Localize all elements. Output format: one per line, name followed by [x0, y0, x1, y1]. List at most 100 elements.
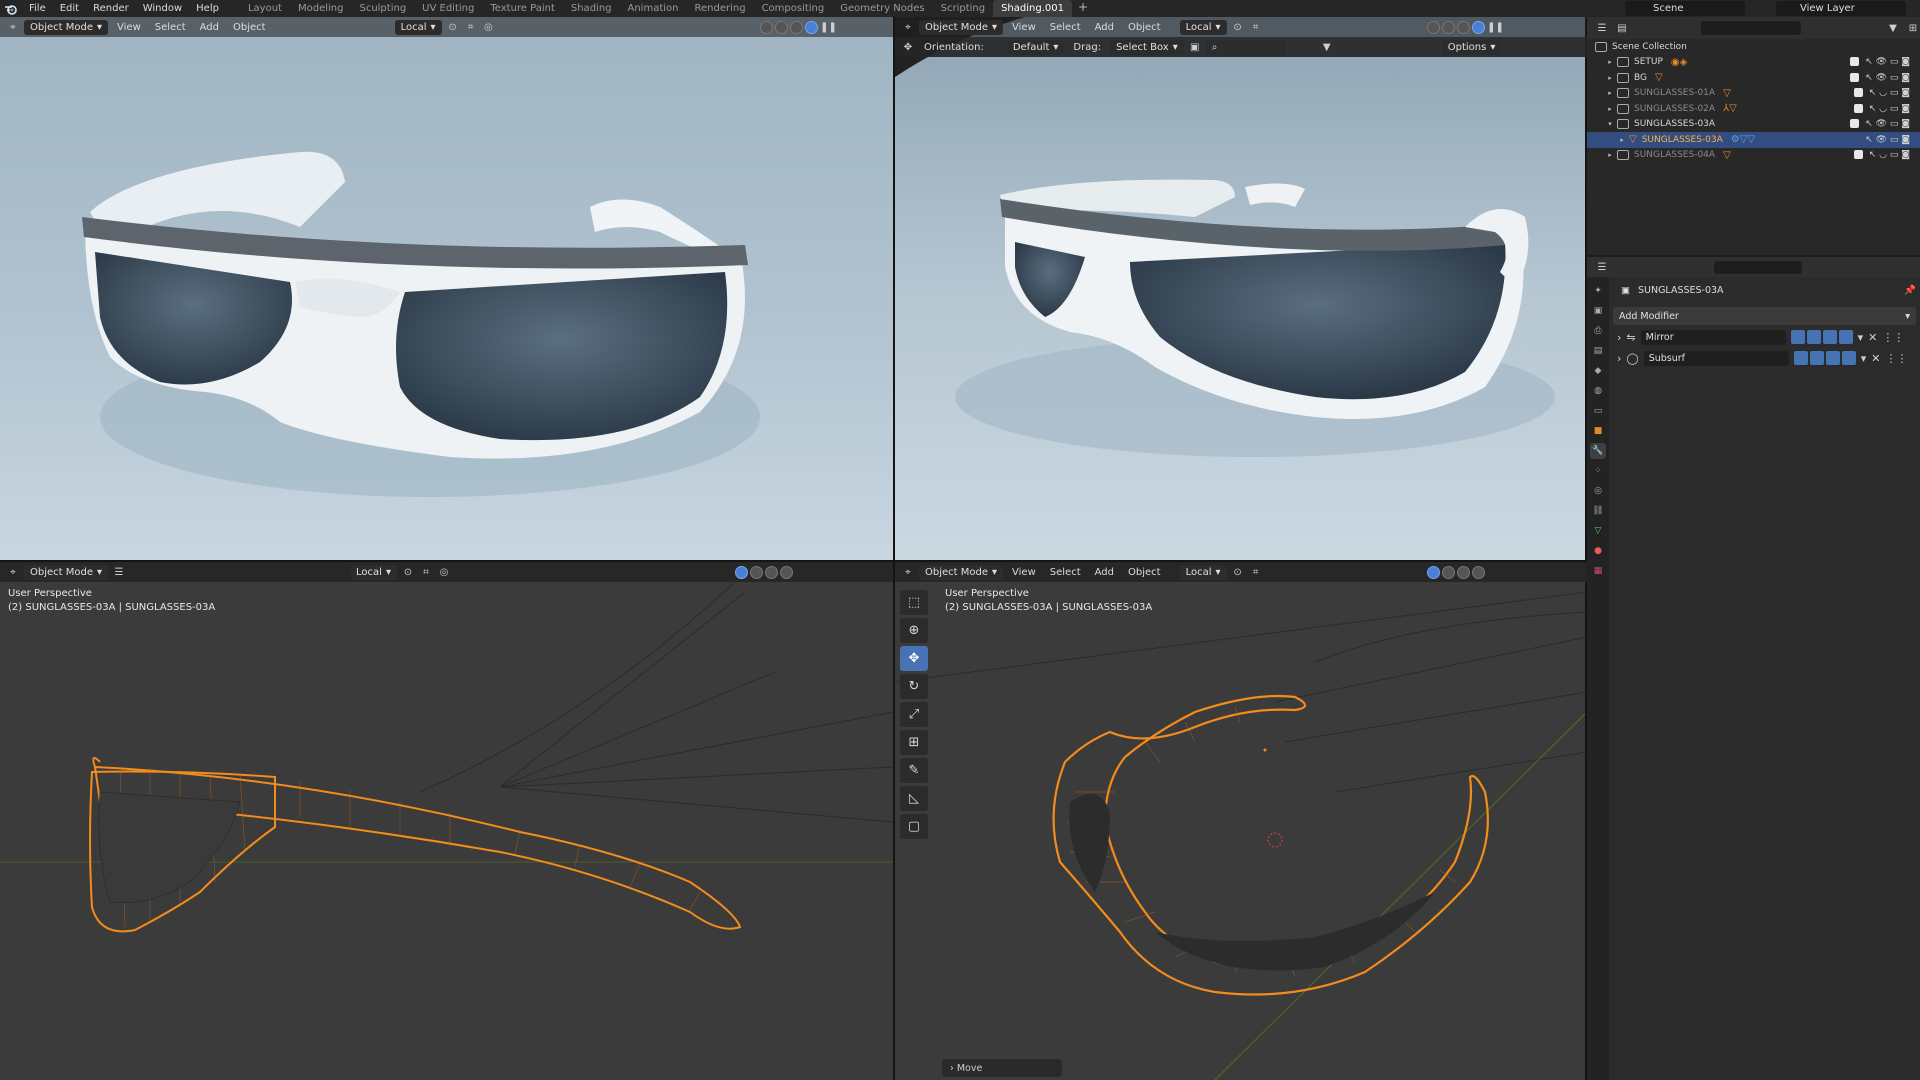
scene-collection-row[interactable]: Scene Collection [1587, 39, 1920, 55]
annotate-tool-icon[interactable]: ✎ [900, 758, 928, 783]
material-shading-icon[interactable] [764, 565, 778, 579]
edit-mode-toggle-icon[interactable] [1793, 351, 1808, 365]
physics-tab-icon[interactable]: ◎ [1590, 483, 1606, 499]
cage-toggle-icon[interactable] [1806, 330, 1821, 344]
filter-icon[interactable]: ▼ [1320, 40, 1334, 54]
menu-select[interactable]: Select [150, 22, 191, 33]
options-dropdown[interactable]: Options ▾ [1441, 39, 1502, 55]
chevron-down-icon[interactable]: ▾ [1858, 331, 1864, 344]
viewport-toggle-icon[interactable] [1825, 351, 1840, 365]
transform-orientation-dropdown[interactable]: Local ▾ [350, 564, 397, 580]
data-tab-icon[interactable]: ▽ [1590, 523, 1606, 539]
material-shading-icon[interactable] [789, 20, 803, 34]
snap-icon[interactable]: ⌗ [1249, 565, 1263, 579]
scene-selector[interactable]: Scene [1625, 1, 1745, 16]
editor-type-icon[interactable]: ☰ [1595, 21, 1609, 35]
drag-dropdown[interactable]: Select Box ▾ [1110, 39, 1184, 55]
scene-tab-icon[interactable]: ◆ [1590, 363, 1606, 379]
particles-tab-icon[interactable]: ⁘ [1590, 463, 1606, 479]
transform-tool-icon[interactable]: ⊞ [900, 730, 928, 755]
modifier-mirror[interactable]: › ⇋ Mirror ▾ ✕ ⋮⋮ [1613, 328, 1916, 346]
wireframe-shading-icon[interactable] [759, 20, 773, 34]
move-tool-icon[interactable]: ✥ [900, 646, 928, 671]
menu-object[interactable]: Object [228, 22, 271, 33]
menu-view[interactable]: View [112, 22, 146, 33]
tab-layout[interactable]: Layout [240, 0, 290, 17]
material-shading-icon[interactable] [1456, 20, 1470, 34]
cage-toggle-icon[interactable] [1809, 351, 1824, 365]
tab-scripting[interactable]: Scripting [933, 0, 993, 17]
tab-shading-001[interactable]: Shading.001 [993, 0, 1072, 17]
menu-file[interactable]: File [22, 0, 53, 17]
editor-type-icon[interactable]: ⌖ [6, 20, 20, 34]
rendered-shading-icon[interactable] [1471, 565, 1485, 579]
texture-tab-icon[interactable]: ▦ [1590, 563, 1606, 579]
pivot-icon[interactable]: ⊙ [446, 20, 460, 34]
proportional-edit-icon[interactable]: ◎ [437, 565, 451, 579]
add-modifier-button[interactable]: Add Modifier ▾ [1613, 307, 1916, 325]
view-layer-selector[interactable]: View Layer [1776, 1, 1906, 16]
pivot-icon[interactable]: ⊙ [1231, 20, 1245, 34]
menu-select[interactable]: Select [1045, 22, 1086, 33]
outliner-item-sunglasses-02a[interactable]: ▸ SUNGLASSES-02A ⅄▽ ↖ ◡ ▭ ◙ [1587, 101, 1920, 117]
solid-shading-icon[interactable] [749, 565, 763, 579]
menu-help[interactable]: Help [189, 0, 226, 17]
menu-edit[interactable]: Edit [53, 0, 86, 17]
tab-compositing[interactable]: Compositing [754, 0, 833, 17]
menu-render[interactable]: Render [86, 0, 136, 17]
edit-mode-toggle-icon[interactable] [1790, 330, 1805, 344]
modifier-name-field[interactable]: Mirror [1640, 329, 1786, 345]
menu-window[interactable]: Window [136, 0, 189, 17]
close-icon[interactable]: ✕ [1868, 331, 1877, 344]
solid-shading-icon[interactable] [774, 20, 788, 34]
scale-tool-icon[interactable]: ⤢ [900, 702, 928, 727]
pause-render-icon[interactable]: ❚❚ [820, 20, 837, 34]
outliner-item-sunglasses-03a[interactable]: ▾ SUNGLASSES-03A ↖ 👁 ▭ ◙ [1587, 117, 1920, 133]
visibility-toggles[interactable]: ↖ 👁 ▭ ◙ [1850, 119, 1910, 129]
hamburger-menu-icon[interactable]: ☰ [112, 565, 126, 579]
modifier-name-field[interactable]: Subsurf [1643, 350, 1789, 366]
visibility-toggles[interactable]: ↖ ◡ ▭ ◙ [1853, 103, 1910, 114]
editor-type-icon[interactable]: ⌖ [901, 565, 915, 579]
snap-icon[interactable]: ⌗ [1249, 20, 1263, 34]
visibility-toggles[interactable]: ↖ 👁 ▭ ◙ [1850, 57, 1910, 67]
viewport-top-left[interactable]: ⌖ Object Mode ▾ View Select Add Object Lo… [0, 17, 893, 560]
transform-orientation-dropdown[interactable]: Local ▾ [1179, 564, 1227, 580]
snap-icon[interactable]: ⌗ [464, 20, 478, 34]
transform-orientation-dropdown[interactable]: Local ▾ [394, 19, 442, 35]
rotate-tool-icon[interactable]: ↻ [900, 674, 928, 699]
cursor-tool-icon[interactable]: ⊕ [900, 618, 928, 643]
solid-shading-icon[interactable] [1441, 20, 1455, 34]
measure-tool-icon[interactable]: ◺ [900, 786, 928, 811]
mode-dropdown[interactable]: Object Mode ▾ [24, 19, 109, 35]
tab-sculpting[interactable]: Sculpting [351, 0, 414, 17]
wireframe-shading-icon[interactable] [1426, 20, 1440, 34]
outliner-item-sunglasses-03a-object[interactable]: ▸ ▽ SUNGLASSES-03A ⚙▽▽ ↖ 👁 ▭ ◙ [1587, 132, 1920, 148]
editor-type-icon[interactable]: ⌖ [6, 565, 20, 579]
menu-add[interactable]: Add [1090, 22, 1119, 33]
modifier-subsurf[interactable]: › ◯ Subsurf ▾ ✕ ⋮⋮ [1613, 349, 1916, 367]
pivot-icon[interactable]: ⊙ [401, 565, 415, 579]
collection-tab-icon[interactable]: ▭ [1590, 403, 1606, 419]
outliner-item-sunglasses-01a[interactable]: ▸ SUNGLASSES-01A ▽ ↖ ◡ ▭ ◙ [1587, 86, 1920, 102]
visibility-toggles[interactable]: ↖ 👁 ▭ ◙ [1850, 72, 1910, 83]
drag-handle-icon[interactable]: ⋮⋮ [1882, 331, 1904, 344]
expand-arrow-icon[interactable]: ▸ [1617, 136, 1627, 144]
add-cube-tool-icon[interactable]: ▢ [900, 814, 928, 839]
viewport-toggle-icon[interactable] [1822, 330, 1837, 344]
tab-geometry-nodes[interactable]: Geometry Nodes [832, 0, 932, 17]
last-operator-panel[interactable]: › Move [942, 1059, 1062, 1077]
viewport-top-right[interactable]: ⌖ Object Mode ▾ View Select Add Object Lo… [895, 17, 1587, 560]
editor-type-icon[interactable]: ⌖ [901, 20, 915, 34]
tab-rendering[interactable]: Rendering [686, 0, 753, 17]
add-workspace-icon[interactable]: + [1072, 0, 1094, 17]
tab-shading[interactable]: Shading [563, 0, 620, 17]
material-tab-icon[interactable]: ● [1590, 543, 1606, 559]
menu-view[interactable]: View [1007, 22, 1041, 33]
menu-object[interactable]: Object [1123, 22, 1166, 33]
outliner-search-field[interactable] [1701, 21, 1801, 35]
outliner-item-setup[interactable]: ▸ SETUP ◉◈ ↖ 👁 ▭ ◙ [1587, 55, 1920, 71]
transform-orientation-dropdown[interactable]: Local ▾ [1179, 19, 1227, 35]
menu-object[interactable]: Object [1123, 567, 1166, 578]
tool-search-field[interactable]: ⌕ [1205, 39, 1286, 55]
